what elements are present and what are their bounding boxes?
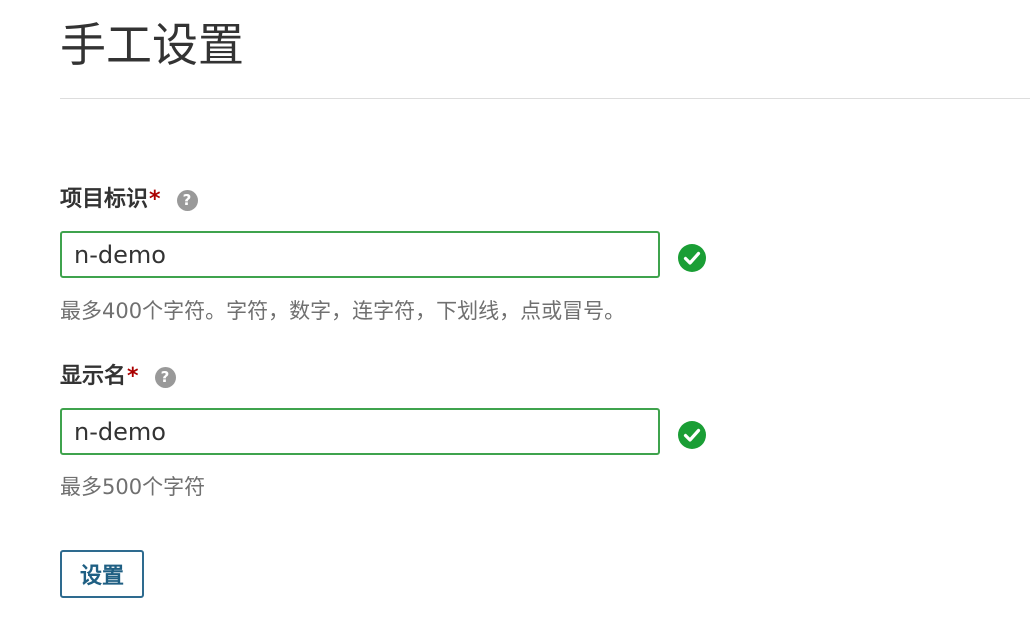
check-circle-icon	[678, 421, 706, 449]
project-id-label-row: 项目标识 * ?	[60, 185, 198, 215]
display-name-hint: 最多500个字符	[60, 475, 206, 499]
display-name-input[interactable]	[60, 408, 660, 455]
required-marker: *	[127, 364, 139, 389]
required-marker: *	[149, 187, 161, 212]
project-id-hint: 最多400个字符。字符，数字，连字符，下划线，点或冒号。	[60, 299, 626, 323]
setup-button[interactable]: 设置	[60, 550, 144, 598]
project-id-label: 项目标识	[60, 187, 149, 212]
question-circle-icon[interactable]: ?	[176, 189, 198, 211]
display-name-label: 显示名	[60, 364, 127, 389]
check-circle-icon	[678, 244, 706, 272]
title-divider	[60, 98, 1030, 99]
page-title: 手工设置	[60, 18, 244, 72]
display-name-label-row: 显示名 * ?	[60, 362, 176, 392]
question-circle-icon[interactable]: ?	[154, 366, 176, 388]
project-id-input[interactable]	[60, 231, 660, 278]
